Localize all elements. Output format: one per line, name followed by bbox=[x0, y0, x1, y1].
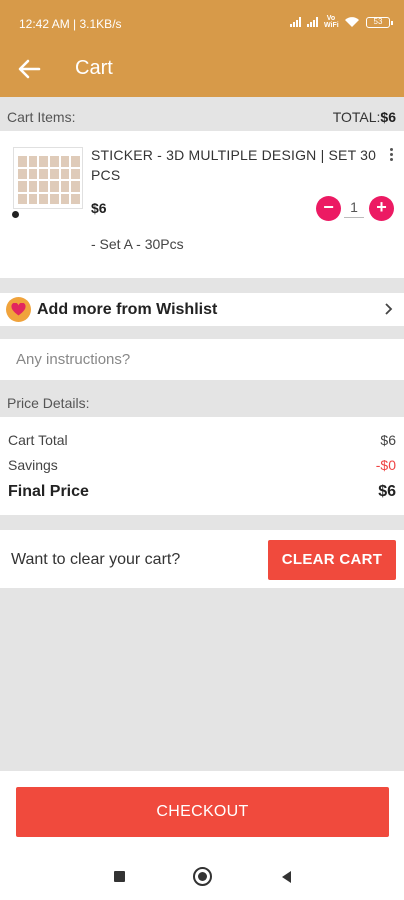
final-price-value: $6 bbox=[378, 483, 396, 500]
total-value: $6 bbox=[380, 109, 396, 125]
product-thumbnail[interactable] bbox=[13, 147, 83, 209]
instructions-card bbox=[0, 339, 404, 380]
savings-value: -$0 bbox=[375, 457, 396, 473]
price-details-heading: Price Details: bbox=[7, 395, 90, 411]
more-options-icon[interactable] bbox=[386, 147, 396, 163]
product-price: $6 bbox=[91, 200, 107, 216]
chevron-right-icon bbox=[385, 303, 393, 315]
home-icon[interactable] bbox=[193, 867, 212, 886]
battery-icon: 53 bbox=[366, 16, 393, 28]
cart-items-header: Cart Items: TOTAL:$6 bbox=[0, 104, 404, 130]
total-prefix: TOTAL: bbox=[332, 109, 381, 125]
back-arrow-icon[interactable] bbox=[14, 54, 44, 84]
price-details-card: Cart Total $6 Savings -$0 Final Price $6 bbox=[0, 417, 404, 515]
cart-total: TOTAL:$6 bbox=[333, 109, 396, 125]
wifi-icon bbox=[345, 17, 359, 27]
signal-icon-2 bbox=[307, 17, 318, 27]
savings-row: Savings -$0 bbox=[8, 457, 396, 473]
page-title: Cart bbox=[75, 57, 113, 79]
clear-cart-card: Want to clear your cart? CLEAR CART bbox=[0, 530, 404, 588]
wishlist-label: Add more from Wishlist bbox=[37, 301, 218, 318]
cart-total-label: Cart Total bbox=[8, 432, 68, 448]
clear-cart-prompt: Want to clear your cart? bbox=[11, 551, 181, 568]
quantity-decrease-button[interactable]: − bbox=[316, 196, 341, 221]
thumbnail-indicator-dot bbox=[12, 211, 19, 218]
final-price-row: Final Price $6 bbox=[8, 483, 396, 501]
status-icons: Vo WiFi 53 bbox=[290, 15, 393, 29]
cart-items-label: Cart Items: bbox=[7, 109, 76, 125]
savings-label: Savings bbox=[8, 457, 58, 473]
quantity-value[interactable]: 1 bbox=[344, 199, 364, 218]
final-price-label: Final Price bbox=[8, 483, 89, 500]
clear-cart-button[interactable]: CLEAR CART bbox=[268, 540, 396, 580]
app-header: 12:42 AM | 3.1KB/s Vo WiFi 53 Cart bbox=[0, 0, 404, 97]
network-speed: 3.1KB/s bbox=[79, 17, 122, 31]
clock-text: 12:42 AM bbox=[19, 17, 70, 31]
quantity-increase-button[interactable]: + bbox=[369, 196, 394, 221]
status-time: 12:42 AM | 3.1KB/s bbox=[19, 17, 122, 31]
system-nav-bar bbox=[0, 851, 404, 900]
instructions-input[interactable] bbox=[0, 339, 404, 380]
heart-icon bbox=[6, 297, 31, 322]
product-name[interactable]: STICKER - 3D MULTIPLE DESIGN | SET 30 PC… bbox=[91, 145, 383, 185]
recent-apps-icon[interactable] bbox=[114, 871, 125, 882]
signal-icon bbox=[290, 17, 301, 27]
cart-total-row: Cart Total $6 bbox=[8, 432, 396, 448]
add-from-wishlist-row[interactable]: Add more from Wishlist bbox=[0, 293, 404, 326]
checkout-button[interactable]: CHECKOUT bbox=[16, 787, 389, 837]
vowifi-icon: Vo WiFi bbox=[324, 15, 339, 29]
status-bar: 12:42 AM | 3.1KB/s Vo WiFi 53 bbox=[0, 0, 404, 44]
nav-back-icon[interactable] bbox=[280, 870, 292, 884]
product-variant: - Set A - 30Pcs bbox=[91, 236, 184, 252]
cart-total-value: $6 bbox=[380, 432, 396, 448]
